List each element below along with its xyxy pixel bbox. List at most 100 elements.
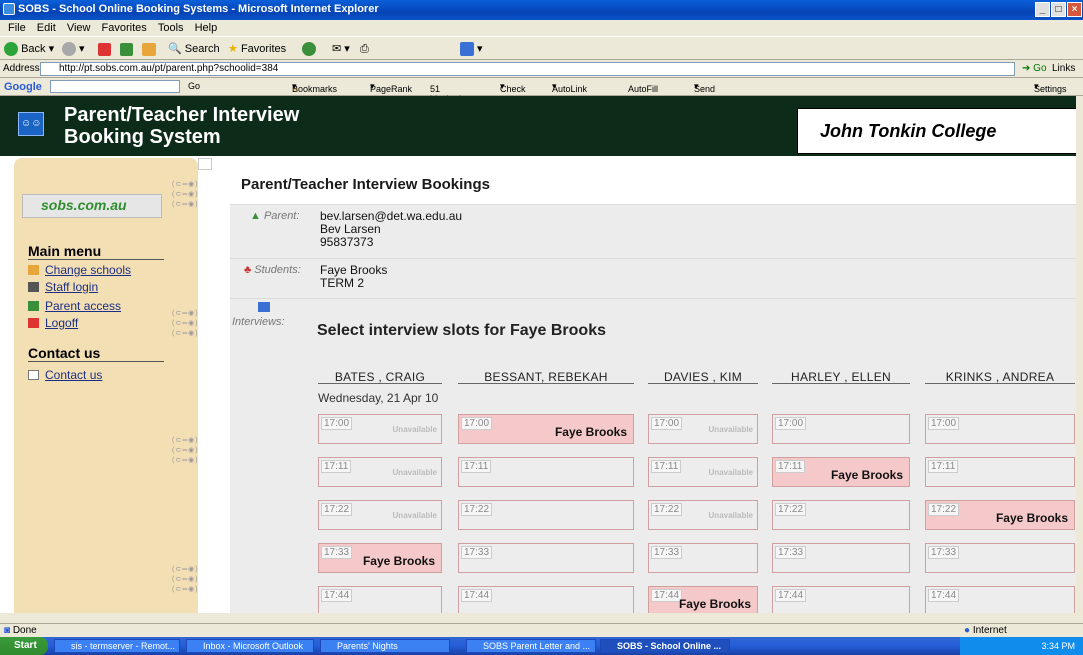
binder-ring-icon: (⊂═◉) — [172, 320, 199, 327]
select-slots-heading: Select interview slots for Faye Brooks — [317, 322, 606, 339]
interview-slot[interactable]: 17:44 — [925, 586, 1075, 616]
slot-booked-name: Faye Brooks — [830, 468, 903, 482]
stop-button[interactable] — [98, 41, 111, 57]
monitor-icon — [28, 282, 39, 292]
minimize-button[interactable]: _ — [1035, 2, 1050, 17]
sobs-logo[interactable]: sobs.com.au — [22, 194, 162, 218]
start-button[interactable]: Start — [0, 637, 48, 655]
slot-booked-name: Faye Brooks — [678, 597, 751, 611]
interview-slot: 17:11 Unavailable — [648, 457, 758, 487]
binder-ring-icon: (⊂═◉) — [172, 586, 199, 593]
interview-slot[interactable]: 17:44 — [458, 586, 634, 616]
menu-file[interactable]: File — [8, 20, 26, 36]
interview-slot[interactable]: 17:33 — [648, 543, 758, 573]
app-header: Parent/Teacher Interview Booking System … — [0, 96, 1081, 156]
page-scrollbar[interactable] — [1076, 96, 1083, 613]
close-button[interactable]: × — [1067, 2, 1082, 17]
spellcheck-button[interactable]: Check ▾ — [500, 81, 526, 94]
binder-ring-icon: (⊂═◉) — [172, 310, 199, 317]
back-arrow-icon — [4, 42, 18, 57]
interview-slot[interactable]: 17:11 Faye Brooks — [772, 457, 910, 487]
slot-booked-name: Faye Brooks — [362, 554, 435, 568]
interview-slot[interactable]: 17:11 — [925, 457, 1075, 487]
menu-help[interactable]: Help — [195, 20, 218, 36]
app-title: Parent/Teacher Interview Booking System — [64, 104, 300, 148]
bookmarks-button[interactable]: ☆ Bookmarks ▾ — [292, 81, 337, 94]
maximize-button[interactable]: □ — [1051, 2, 1066, 17]
taskbar-item-active[interactable]: SOBS - School Online ... — [600, 639, 730, 653]
students-label: ♣ Students: — [244, 264, 301, 276]
address-input[interactable]: http://pt.sobs.com.au/pt/parent.php?scho… — [40, 62, 1015, 76]
binder-ring-icon: (⊂═◉) — [172, 447, 199, 454]
interview-slot[interactable]: 17:33 — [925, 543, 1075, 573]
menu-favorites[interactable]: Favorites — [102, 20, 147, 36]
autolink-button[interactable]: AutoLink ▾ — [552, 81, 587, 94]
sidebar-item-staff-login[interactable]: Staff login — [28, 280, 98, 294]
interview-slot[interactable]: 17:33 — [458, 543, 634, 573]
menubar: File Edit View Favorites Tools Help — [0, 20, 1083, 36]
taskbar-item[interactable]: sis - termserver - Remot... — [54, 639, 180, 653]
interview-slot[interactable]: 17:22 — [458, 500, 634, 530]
interview-slot[interactable]: 17:00 — [772, 414, 910, 444]
messenger-button[interactable]: ▾ — [460, 41, 483, 57]
links-button[interactable]: Links — [1052, 63, 1075, 74]
interview-slot[interactable]: 17:33 Faye Brooks — [318, 543, 442, 573]
sidebar-item-contact-us[interactable]: Contact us — [28, 368, 102, 382]
slot-time: 17:44 — [321, 589, 353, 602]
settings-button[interactable]: Settings ▾ — [1034, 81, 1067, 94]
interview-slot[interactable]: 17:33 — [772, 543, 910, 573]
college-name: John Tonkin College — [820, 121, 997, 141]
go-button[interactable]: ➔ Go — [1022, 63, 1047, 74]
sidebar-item-change-schools[interactable]: Change schools — [28, 263, 131, 277]
slot-time: 17:22 — [928, 503, 960, 516]
pagerank-button[interactable]: PageRank ▾ — [370, 81, 412, 94]
interview-slot[interactable]: 17:44 — [772, 586, 910, 616]
interview-slot[interactable]: 17:11 — [458, 457, 634, 487]
slot-time: 17:33 — [321, 546, 353, 559]
address-label: Address — [3, 63, 40, 74]
slot-time: 17:33 — [651, 546, 683, 559]
main-menu-heading: Main menu — [28, 243, 164, 260]
search-icon: 🔍 — [168, 43, 182, 55]
horizontal-scrollbar[interactable] — [0, 613, 1083, 623]
menu-edit[interactable]: Edit — [37, 20, 56, 36]
slot-time: 17:11 — [461, 460, 492, 473]
history-button[interactable] — [302, 41, 316, 57]
forward-button[interactable]: ▾ — [62, 41, 85, 57]
home-button[interactable] — [142, 41, 156, 57]
favorites-button[interactable]: ★ Favorites — [228, 41, 286, 57]
interview-slot[interactable]: 17:22 Faye Brooks — [925, 500, 1075, 530]
slot-booked-name: Faye Brooks — [554, 425, 627, 439]
mail-button[interactable]: ✉ ▾ — [332, 41, 350, 57]
menu-view[interactable]: View — [67, 20, 91, 36]
students-icon: ♣ — [244, 264, 252, 276]
taskbar-item[interactable]: SOBS Parent Letter and ... — [466, 639, 596, 653]
menu-tools[interactable]: Tools — [158, 20, 184, 36]
slot-unavailable-label: Unavailable — [708, 511, 753, 520]
slot-time: 17:33 — [928, 546, 960, 559]
interview-slot[interactable]: 17:44 — [318, 586, 442, 616]
sidebar-item-logoff[interactable]: Logoff — [28, 316, 78, 330]
slot-time: 17:22 — [461, 503, 493, 516]
search-button[interactable]: 🔍 Search — [168, 41, 220, 57]
interview-slot[interactable]: 17:00 — [925, 414, 1075, 444]
interview-slot[interactable]: 17:44 Faye Brooks — [648, 586, 758, 616]
sidebar-item-parent-access[interactable]: Parent access — [28, 299, 121, 313]
slot-time: 17:33 — [461, 546, 493, 559]
slot-time: 17:11 — [321, 460, 352, 473]
taskbar-item[interactable]: Parents' Nights — [320, 639, 450, 653]
interview-slot: 17:00 Unavailable — [648, 414, 758, 444]
status-text: ◙ Done — [4, 625, 37, 636]
sendto-button[interactable]: Send to ▾ — [694, 81, 715, 104]
google-go-button[interactable]: Go — [188, 81, 200, 91]
slot-time: 17:44 — [461, 589, 493, 602]
interview-slot[interactable]: 17:00 Faye Brooks — [458, 414, 634, 444]
refresh-button[interactable] — [120, 41, 133, 57]
print-button[interactable]: ⎙ — [360, 41, 369, 57]
interview-slot[interactable]: 17:22 — [772, 500, 910, 530]
slot-time: 17:22 — [651, 503, 683, 516]
google-search-input[interactable] — [50, 80, 180, 93]
taskbar-item[interactable]: Inbox - Microsoft Outlook — [186, 639, 314, 653]
interview-slot: 17:00 Unavailable — [318, 414, 442, 444]
back-button[interactable]: Back ▾ — [4, 41, 54, 57]
